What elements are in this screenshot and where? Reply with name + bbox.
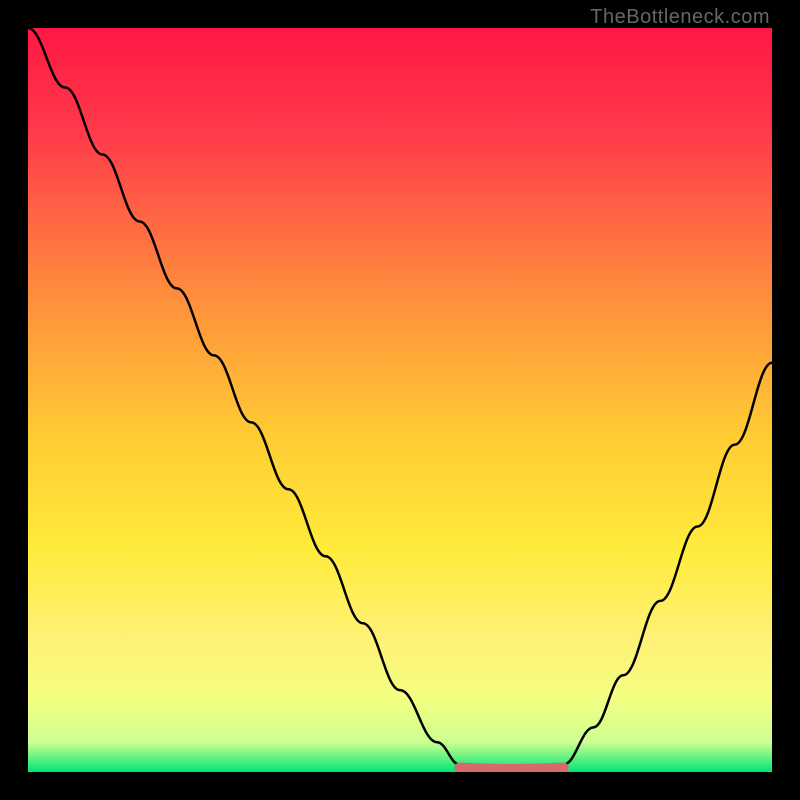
chart-area: [28, 28, 772, 772]
bottleneck-curve-line: [28, 28, 772, 772]
optimal-region-marker: [460, 768, 564, 770]
watermark-text: TheBottleneck.com: [590, 6, 770, 29]
curve-overlay: [28, 28, 772, 772]
